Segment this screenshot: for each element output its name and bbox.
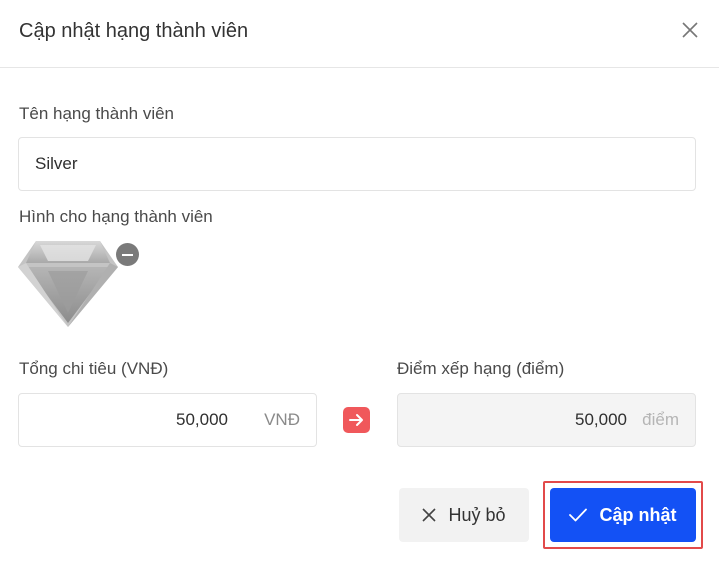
rank-points-label: Điểm xếp hạng (điểm) (397, 359, 565, 378)
close-icon[interactable] (681, 21, 699, 39)
convert-arrow-button[interactable] (343, 407, 370, 433)
update-button-label: Cập nhật (599, 504, 677, 525)
dialog-title: Cập nhật hạng thành viên (19, 20, 249, 42)
close-icon (422, 508, 437, 522)
arrow-right-icon (349, 414, 363, 426)
total-spend-input[interactable]: 50,000 VNĐ (18, 393, 317, 447)
tier-name-value: Silver (35, 154, 78, 173)
rank-points-unit: điểm (642, 410, 679, 429)
diamond-image (18, 241, 118, 327)
rank-points-value: 50,000 (575, 410, 627, 429)
tier-name-label: Tên hạng thành viên (19, 104, 175, 123)
rank-points-input: 50,000 điểm (397, 393, 696, 447)
tier-name-input[interactable]: Silver (18, 137, 696, 191)
total-spend-unit: VNĐ (264, 410, 300, 429)
cancel-button-label: Huỷ bỏ (448, 504, 506, 525)
remove-image-button[interactable] (116, 243, 139, 266)
check-icon (569, 508, 588, 522)
dialog-header: Cập nhật hạng thành viên (0, 0, 719, 68)
cancel-button[interactable]: Huỷ bỏ (399, 488, 529, 542)
total-spend-label: Tổng chi tiêu (VNĐ) (19, 359, 169, 378)
update-button[interactable]: Cập nhật (550, 488, 696, 542)
tier-image-label: Hình cho hạng thành viên (19, 207, 213, 226)
total-spend-value: 50,000 (176, 410, 228, 429)
